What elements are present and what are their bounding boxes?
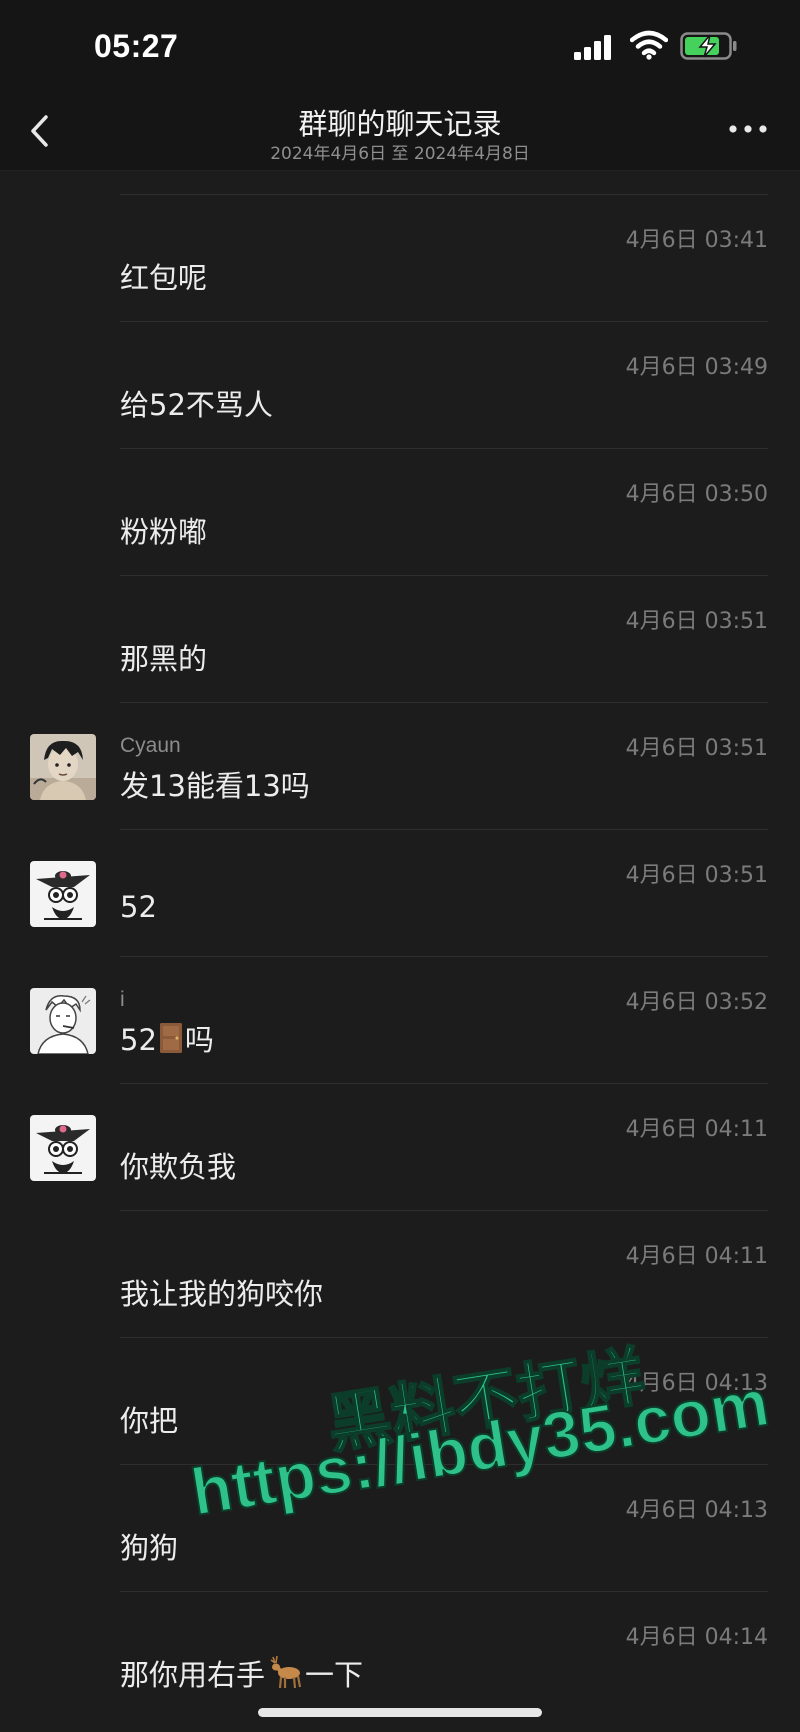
divider	[120, 448, 768, 449]
message-row[interactable]: 4月6日 03:49 给52不骂人	[0, 297, 800, 424]
divider	[120, 702, 768, 703]
message-text-part: 52	[120, 1023, 157, 1057]
message-row[interactable]: Cyaun 4月6日 03:51 发13能看13吗	[0, 678, 800, 805]
message-text: 那你用右手 一下	[120, 1652, 363, 1694]
avatar-monkey-hat[interactable]	[30, 861, 96, 927]
divider	[120, 1210, 768, 1211]
status-time: 05:27	[94, 28, 179, 64]
message-time: 4月6日 03:51	[625, 736, 768, 761]
message-row[interactable]: 4月6日 04:11 我让我的狗咬你	[0, 1186, 800, 1313]
message-time: 4月6日 03:50	[625, 482, 768, 507]
more-options-icon[interactable]	[728, 122, 768, 136]
sender-name: i	[120, 988, 125, 1011]
message-text: 52	[120, 890, 157, 924]
cellular-signal-icon	[574, 35, 611, 60]
divider	[120, 1337, 768, 1338]
avatar-cyaun[interactable]	[30, 734, 96, 800]
message-text-part: 吗	[184, 1023, 214, 1057]
message-row[interactable]: 4月6日 04:11 你欺负我	[0, 1059, 800, 1186]
avatar-i[interactable]	[30, 988, 96, 1054]
divider	[120, 829, 768, 830]
message-row[interactable]: 4月6日 04:14 那你用右手 一下	[0, 1567, 800, 1694]
deer-emoji-icon	[270, 1655, 302, 1689]
message-time: 4月6日 04:14	[625, 1625, 768, 1650]
message-text: 你把	[120, 1404, 179, 1438]
message-text: 那黑的	[120, 642, 208, 676]
divider	[120, 321, 768, 322]
divider	[120, 575, 768, 576]
battery-charging-icon	[680, 32, 737, 60]
home-indicator[interactable]	[258, 1708, 542, 1717]
message-text: 发13能看13吗	[120, 769, 310, 803]
message-time: 4月6日 03:49	[625, 355, 768, 380]
divider	[120, 956, 768, 957]
status-bar: 05:27	[0, 0, 800, 95]
nav-header: 群聊的聊天记录 2024年4月6日 至 2024年4月8日	[0, 95, 800, 171]
message-text: 红包呢	[120, 261, 208, 295]
message-text: 52 吗	[120, 1017, 214, 1059]
message-time: 4月6日 03:51	[625, 609, 768, 634]
message-time: 4月6日 03:52	[625, 990, 768, 1015]
date-range-subtitle: 2024年4月6日 至 2024年4月8日	[270, 144, 530, 164]
door-emoji-icon	[159, 1023, 182, 1053]
divider	[120, 194, 768, 195]
message-text: 狗狗	[120, 1531, 179, 1565]
divider	[120, 1083, 768, 1084]
message-row[interactable]: 4月6日 03:41 红包呢	[0, 170, 800, 297]
message-time: 4月6日 04:11	[625, 1117, 768, 1142]
message-time: 4月6日 03:41	[625, 228, 768, 253]
message-text: 你欺负我	[120, 1150, 237, 1184]
wifi-icon	[630, 30, 668, 60]
message-row[interactable]: 4月6日 03:51 那黑的	[0, 551, 800, 678]
message-text-part: 一下	[305, 1658, 364, 1692]
divider	[120, 1591, 768, 1592]
message-time: 4月6日 04:13	[625, 1498, 768, 1523]
page-title: 群聊的聊天记录	[298, 107, 502, 141]
message-time: 4月6日 04:11	[625, 1244, 768, 1269]
message-text: 给52不骂人	[120, 388, 273, 422]
message-text: 粉粉嘟	[120, 515, 208, 549]
message-text-part: 那你用右手	[120, 1658, 266, 1692]
avatar-monkey-hat[interactable]	[30, 1115, 96, 1181]
message-row[interactable]: 4月6日 03:51 52	[0, 805, 800, 932]
message-time: 4月6日 03:51	[625, 863, 768, 888]
message-row[interactable]: i 4月6日 03:52 52 吗	[0, 932, 800, 1059]
message-row[interactable]: 4月6日 03:50 粉粉嘟	[0, 424, 800, 551]
message-text: 我让我的狗咬你	[120, 1277, 324, 1311]
sender-name: Cyaun	[120, 734, 181, 757]
